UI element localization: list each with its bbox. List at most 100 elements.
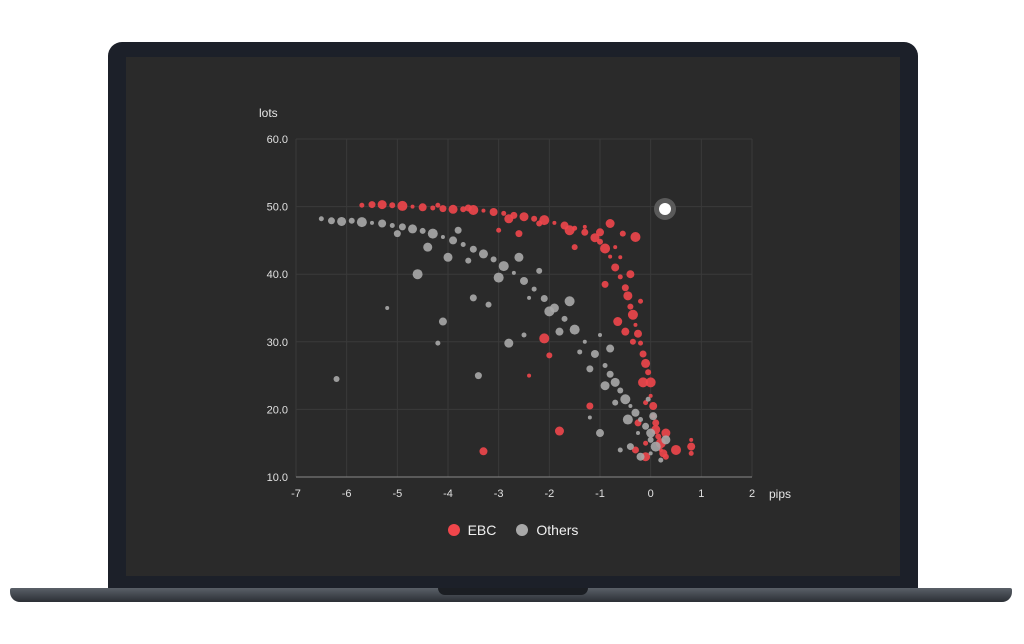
y-tick-label: 40.0 bbox=[267, 269, 288, 281]
ebc-point bbox=[662, 453, 669, 460]
others-point bbox=[423, 242, 433, 252]
ebc-point bbox=[496, 227, 502, 233]
others-point bbox=[610, 377, 620, 387]
ebc-point bbox=[629, 338, 636, 345]
ebc-point bbox=[546, 352, 553, 359]
others-point bbox=[427, 228, 438, 239]
x-tick-label: -4 bbox=[443, 488, 453, 500]
ebc-point bbox=[605, 219, 615, 228]
others-point bbox=[337, 216, 347, 226]
others-point bbox=[612, 399, 619, 406]
ebc-point bbox=[489, 208, 498, 217]
ebc-point bbox=[479, 447, 488, 456]
ebc-point bbox=[638, 340, 644, 346]
x-tick-label: -6 bbox=[342, 488, 352, 500]
others-point bbox=[333, 375, 340, 382]
tick-labels: -7 -6 -5 -4 -3 -2 -1 0 1 2 10.0 20.0 30.0 40.0 50.0 60.… bbox=[267, 134, 755, 500]
x-tick-label: 0 bbox=[648, 488, 654, 500]
others-point bbox=[478, 249, 488, 259]
ebc-point bbox=[613, 317, 623, 327]
ebc-point bbox=[554, 426, 564, 436]
grid bbox=[295, 138, 753, 478]
others-point bbox=[327, 217, 335, 225]
others-point bbox=[318, 216, 324, 222]
ebc-point bbox=[689, 437, 694, 442]
x-tick-label: 2 bbox=[749, 488, 755, 500]
others-point bbox=[620, 394, 631, 405]
others-point bbox=[577, 349, 583, 355]
ebc-point bbox=[634, 329, 642, 338]
others-point bbox=[536, 267, 543, 274]
others-point bbox=[378, 219, 387, 228]
ebc-point bbox=[418, 203, 427, 212]
tooltip-marker[interactable] bbox=[654, 198, 676, 220]
others-point bbox=[658, 457, 664, 463]
others-point bbox=[645, 396, 651, 402]
x-tick-label: -2 bbox=[544, 488, 554, 500]
ebc-point bbox=[649, 402, 658, 411]
ebc-point bbox=[410, 204, 415, 209]
others-point bbox=[398, 223, 406, 231]
ebc-point bbox=[638, 377, 649, 388]
legend-item-others[interactable]: Others bbox=[516, 522, 578, 538]
others-point bbox=[617, 387, 624, 394]
others-point bbox=[661, 435, 671, 445]
others-point bbox=[504, 338, 514, 348]
others-point bbox=[540, 295, 548, 303]
ebc-point bbox=[621, 284, 629, 292]
ebc-point bbox=[643, 440, 649, 446]
ebc-point bbox=[611, 263, 620, 272]
ebc-point bbox=[597, 238, 603, 245]
legend: EBC Others bbox=[126, 522, 900, 538]
others-point bbox=[600, 381, 610, 391]
others-point bbox=[531, 286, 537, 292]
others-point bbox=[642, 422, 650, 430]
others-point bbox=[389, 223, 395, 229]
others-point bbox=[650, 441, 661, 452]
others-point bbox=[527, 295, 532, 300]
ebc-point bbox=[377, 200, 387, 210]
legend-item-ebc[interactable]: EBC bbox=[447, 522, 497, 538]
others-point bbox=[419, 227, 426, 234]
others-point bbox=[521, 332, 527, 338]
others-point bbox=[511, 270, 516, 275]
y-tick-label: 20.0 bbox=[267, 404, 288, 416]
others-point bbox=[555, 327, 564, 336]
ebc-point bbox=[618, 255, 623, 260]
ebc-point bbox=[688, 450, 694, 456]
ebc-point bbox=[581, 228, 589, 236]
others-point bbox=[498, 261, 509, 272]
laptop-screen: -7 -6 -5 -4 -3 -2 -1 0 1 2 10.0 20.0 30.0 40.0 50.0 60.… bbox=[126, 57, 900, 576]
others-point bbox=[438, 317, 447, 326]
ebc-point bbox=[519, 212, 529, 222]
ebc-point bbox=[539, 333, 550, 344]
ebc-point bbox=[619, 230, 626, 237]
y-tick-label: 30.0 bbox=[267, 337, 288, 349]
ebc-point bbox=[564, 225, 575, 236]
ebc-point bbox=[536, 220, 543, 227]
ebc-point bbox=[623, 291, 633, 301]
others-point bbox=[606, 344, 615, 353]
ebc-point bbox=[552, 220, 557, 225]
ebc-point bbox=[571, 244, 578, 251]
others-point bbox=[443, 252, 453, 262]
ebc-point bbox=[671, 444, 681, 455]
others-point bbox=[622, 414, 633, 425]
others-point bbox=[628, 404, 633, 409]
x-tick-label: 1 bbox=[698, 488, 704, 500]
ebc-point bbox=[501, 210, 507, 216]
others-point bbox=[606, 370, 614, 378]
laptop-notch bbox=[438, 588, 588, 595]
legend-label-ebc: EBC bbox=[467, 522, 497, 538]
others-point bbox=[602, 362, 608, 368]
ebc-point bbox=[639, 350, 647, 358]
others-point bbox=[474, 372, 482, 380]
ebc-point bbox=[448, 204, 458, 214]
others-point bbox=[598, 333, 602, 338]
others-point bbox=[648, 451, 653, 456]
y-tick-label: 60.0 bbox=[267, 134, 288, 146]
x-tick-label: -3 bbox=[494, 488, 504, 500]
others-point bbox=[393, 230, 401, 238]
y-tick-label: 10.0 bbox=[267, 472, 288, 484]
ebc-point bbox=[627, 303, 634, 310]
